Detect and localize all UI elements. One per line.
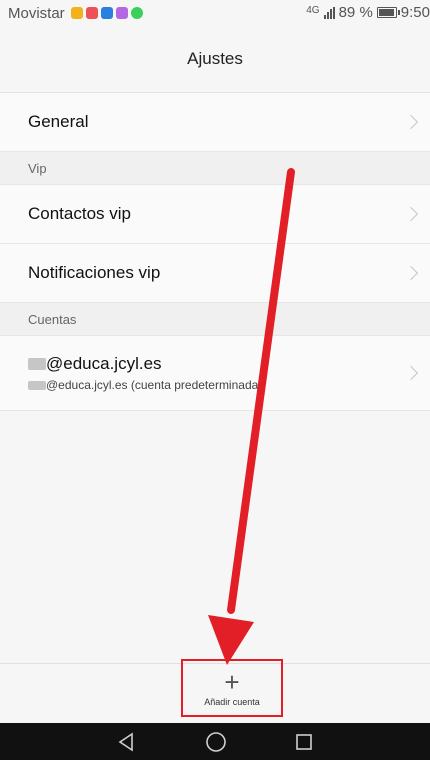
clock: 9:50 bbox=[400, 4, 430, 21]
carrier-name: Movistar bbox=[8, 4, 65, 22]
network-type: 4G bbox=[306, 5, 320, 16]
chevron-right-icon bbox=[403, 265, 419, 281]
status-right: 4G 89 % 9:50 bbox=[306, 4, 430, 21]
redacted-username bbox=[28, 358, 46, 370]
vip-section-header: Vip bbox=[0, 152, 430, 185]
accounts-section-label: Cuentas bbox=[28, 311, 77, 327]
general-label: General bbox=[28, 112, 89, 131]
system-nav-bar bbox=[0, 723, 430, 760]
page-title-bar: Ajustes bbox=[0, 26, 430, 93]
plus-icon: + bbox=[224, 667, 240, 697]
vip-contacts-label: Contactos vip bbox=[28, 204, 131, 223]
gallery-icon bbox=[115, 7, 128, 19]
add-account-button[interactable]: + Añadir cuenta bbox=[181, 659, 283, 717]
back-icon[interactable] bbox=[117, 732, 137, 752]
redacted-username bbox=[28, 380, 46, 390]
chevron-right-icon bbox=[403, 206, 419, 222]
vip-section-label: Vip bbox=[28, 160, 47, 176]
chevron-right-icon bbox=[403, 365, 419, 381]
page-title: Ajustes bbox=[187, 49, 243, 68]
vip-contacts-item[interactable]: Contactos vip bbox=[0, 185, 430, 244]
arrow-head bbox=[208, 615, 254, 665]
battery-icon bbox=[376, 7, 400, 18]
general-item[interactable]: General bbox=[0, 93, 430, 152]
chevron-right-icon bbox=[403, 114, 419, 130]
status-bar: Movistar 4G 89 % 9:50 bbox=[0, 0, 430, 26]
settings-list: General Vip Contactos vip Notificaciones… bbox=[0, 93, 430, 411]
recent-apps-icon[interactable] bbox=[295, 733, 313, 751]
notification-icons bbox=[70, 7, 143, 19]
message-icon bbox=[100, 7, 113, 19]
signal-icon bbox=[323, 6, 335, 19]
account-subtitle-row: @educa.jcyl.es (cuenta predeterminada) bbox=[28, 378, 262, 392]
home-icon[interactable] bbox=[205, 731, 227, 753]
cleaner-icon bbox=[70, 7, 83, 19]
battery-percent: 89 % bbox=[338, 4, 373, 21]
account-title: @educa.jcyl.es bbox=[46, 354, 162, 373]
whatsapp-icon bbox=[130, 7, 143, 19]
account-item[interactable]: @educa.jcyl.es @educa.jcyl.es (cuenta pr… bbox=[0, 336, 430, 411]
accounts-section-header: Cuentas bbox=[0, 303, 430, 336]
account-title-row: @educa.jcyl.es bbox=[28, 354, 162, 374]
app-notification-icon bbox=[85, 7, 98, 19]
vip-notifications-label: Notificaciones vip bbox=[28, 263, 161, 282]
vip-notifications-item[interactable]: Notificaciones vip bbox=[0, 244, 430, 303]
account-subtitle: @educa.jcyl.es (cuenta predeterminada) bbox=[46, 378, 263, 392]
add-account-label: Añadir cuenta bbox=[204, 697, 260, 707]
